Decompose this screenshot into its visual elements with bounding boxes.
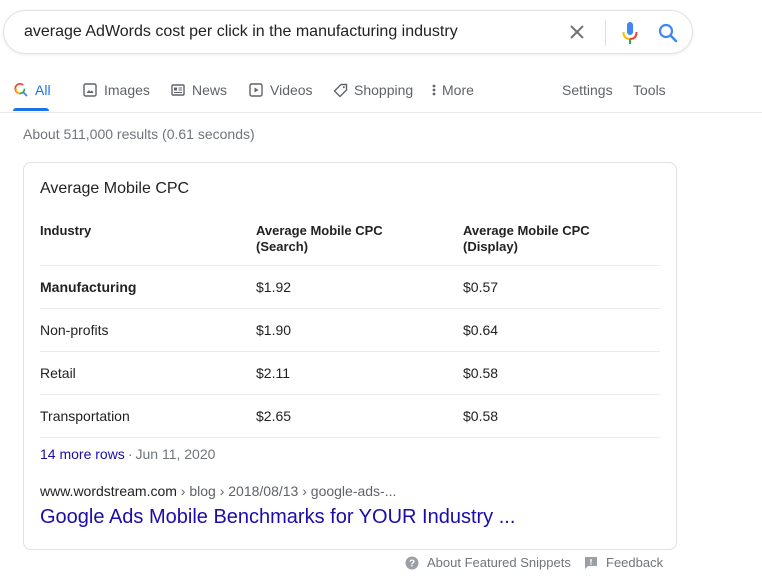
cell-search-cpc: $2.11 (256, 351, 463, 395)
separator-dot: · (127, 446, 133, 462)
about-featured-snippets-label: About Featured Snippets (427, 555, 571, 570)
tab-more[interactable]: More (430, 80, 474, 100)
help-icon: ? (405, 556, 419, 570)
search-bar (3, 10, 693, 54)
tab-videos[interactable]: Videos (248, 80, 313, 100)
tab-news-label: News (192, 82, 228, 98)
table-row: Transportation $2.65 $0.58 (40, 394, 660, 438)
settings-link[interactable]: Settings (562, 80, 613, 100)
tab-more-label: More (442, 82, 474, 98)
result-path: › blog › 2018/08/13 › google-ads-... (176, 483, 397, 499)
play-icon (248, 82, 264, 98)
header-search-cpc: Average Mobile CPC (Search) (256, 221, 463, 266)
voice-search-button[interactable] (618, 20, 642, 46)
tools-link[interactable]: Tools (633, 80, 666, 100)
cell-display-cpc: $0.58 (463, 351, 660, 395)
search-icon (658, 23, 678, 43)
cell-search-cpc: $1.90 (256, 308, 463, 352)
result-stats: About 511,000 results (0.61 seconds) (23, 126, 255, 142)
cell-display-cpc: $0.58 (463, 394, 660, 438)
cell-industry: Manufacturing (40, 265, 256, 309)
tab-all-label: All (35, 82, 51, 98)
image-icon (82, 82, 98, 98)
cell-industry: Non-profits (40, 308, 256, 352)
clear-search-button[interactable] (567, 22, 587, 42)
snippet-title: Average Mobile CPC (40, 180, 190, 197)
table-row: Retail $2.11 $0.58 (40, 351, 660, 395)
feedback-label: Feedback (606, 555, 664, 570)
tab-shopping[interactable]: Shopping (332, 80, 413, 100)
cell-industry: Retail (40, 351, 256, 395)
tab-news[interactable]: News (170, 80, 227, 100)
more-rows-link[interactable]: 14 more rows (40, 446, 125, 462)
cell-industry: Transportation (40, 394, 256, 438)
more-rows-line: 14 more rows · Jun 11, 2020 (40, 446, 215, 462)
result-domain: www.wordstream.com (40, 483, 177, 499)
close-icon (570, 25, 584, 39)
search-divider (605, 20, 606, 46)
cell-display-cpc: $0.57 (463, 265, 660, 309)
result-url-breadcrumb: www.wordstream.com › blog › 2018/08/13 ›… (40, 483, 396, 499)
result-title-link[interactable]: Google Ads Mobile Benchmarks for YOUR In… (40, 506, 515, 529)
search-tabs: All Images News Videos Shopping More Set… (0, 70, 762, 113)
about-featured-snippets-link[interactable]: ? About Featured Snippets (405, 555, 571, 570)
search-input[interactable] (24, 11, 544, 53)
feedback-link[interactable]: Feedback (584, 555, 663, 570)
search-submit-button[interactable] (656, 21, 680, 45)
snippet-date: Jun 11, 2020 (135, 446, 216, 462)
search-icon (13, 82, 29, 98)
cell-display-cpc: $0.64 (463, 308, 660, 352)
cell-search-cpc: $1.92 (256, 265, 463, 309)
tab-all[interactable]: All (13, 80, 51, 100)
table-header-row: Industry Average Mobile CPC (Search) Aver… (40, 221, 660, 266)
table-row: Non-profits $1.90 $0.64 (40, 308, 660, 352)
snippet-table: Industry Average Mobile CPC (Search) Aver… (40, 221, 660, 438)
svg-text:?: ? (409, 558, 415, 569)
tag-icon (332, 82, 348, 98)
active-tab-indicator (13, 108, 49, 111)
newspaper-icon (170, 82, 186, 98)
tab-shopping-label: Shopping (354, 82, 414, 98)
header-display-cpc: Average Mobile CPC (Display) (463, 221, 660, 266)
tab-images-label: Images (104, 82, 150, 98)
header-industry: Industry (40, 221, 256, 266)
table-row: Manufacturing $1.92 $0.57 (40, 265, 660, 309)
tab-images[interactable]: Images (82, 80, 150, 100)
more-vertical-icon (430, 82, 438, 98)
featured-snippet-card: Average Mobile CPC Industry Average Mobi… (23, 162, 677, 550)
feedback-icon (584, 556, 598, 570)
microphone-icon (622, 22, 638, 44)
tab-videos-label: Videos (270, 82, 313, 98)
cell-search-cpc: $2.65 (256, 394, 463, 438)
